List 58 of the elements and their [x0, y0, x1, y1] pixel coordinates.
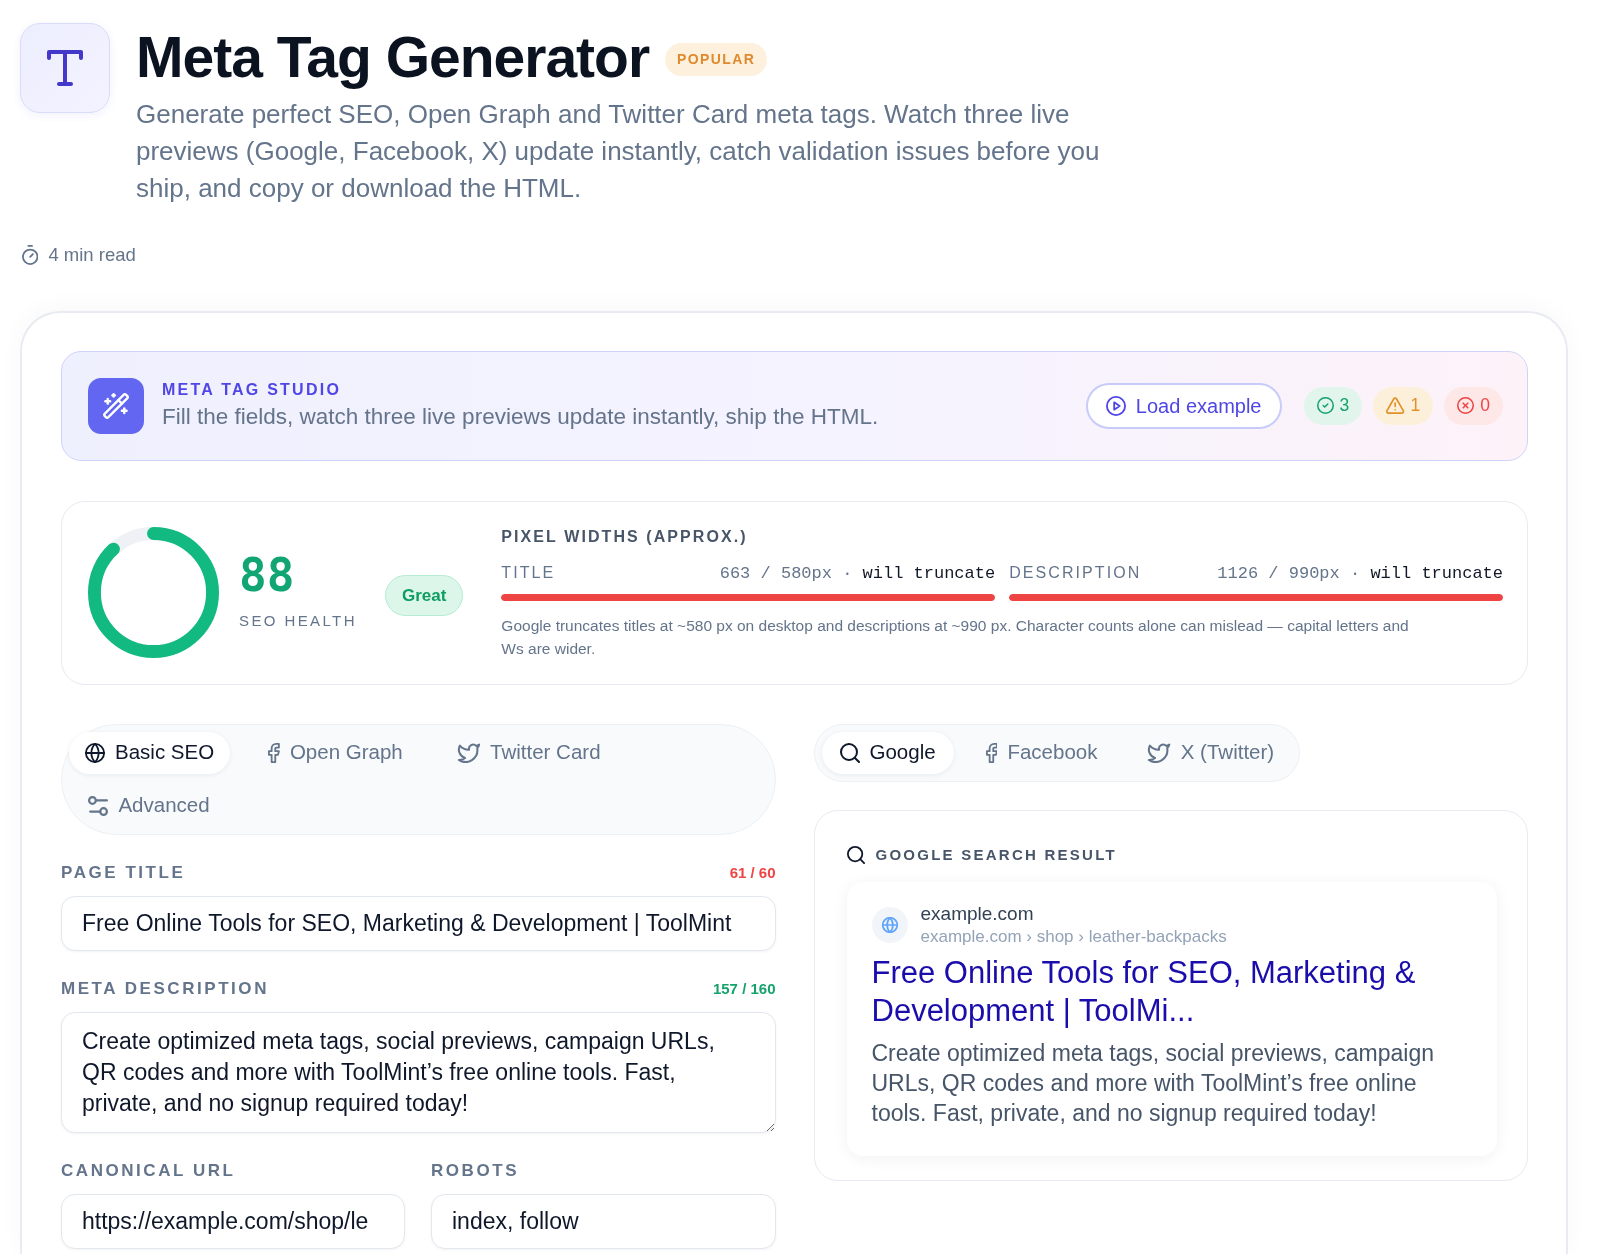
magic-wand-icon [88, 377, 144, 434]
width-reading: 663 / 580px · will truncate [719, 562, 996, 585]
warning-triangle-icon [1386, 397, 1405, 415]
preview-tab[interactable]: Google [821, 731, 954, 774]
editor-tab[interactable]: Advanced [69, 784, 229, 827]
play-icon [1105, 395, 1126, 416]
sliders-icon [88, 795, 109, 816]
bird-icon [456, 742, 481, 763]
page-description: Generate perfect SEO, Open Graph and Twitter Card meta tags. Watch three live previews (Google, Facebook, X) update instantly, catch validation issues before you ship, and copy or download the HTML. [136, 97, 1101, 205]
read-time: 4 min read [48, 242, 136, 267]
score-label: SEO HEALTH [239, 611, 357, 632]
result-site: example.com [920, 902, 1035, 926]
page-title: Meta Tag Generator [136, 28, 650, 88]
rating-tag: Great [384, 574, 464, 617]
health-score: 88 [239, 552, 296, 599]
popular-tag: POPULAR [665, 43, 768, 77]
width-reading: 1126 / 990px · will truncate [1217, 562, 1503, 585]
count-text: 0 [1480, 394, 1490, 418]
result-description: Create optimized meta tags, social previews, campaign URLs, QR codes and more with ToolMint’s free online tools. Fast, private, and no signup required today! [871, 1038, 1435, 1128]
load-example-button[interactable]: Load example [1085, 382, 1282, 429]
preview-tab[interactable]: Facebook [967, 731, 1116, 774]
field-label: PAGE TITLE [61, 861, 186, 884]
globe-favicon-icon [871, 907, 908, 943]
char-counter: 157 / 160 [712, 978, 776, 999]
width-label: DESCRIPTION [1009, 562, 1142, 583]
robots-input[interactable]: index, follow [431, 1193, 776, 1249]
studio-eyebrow: META TAG STUDIO [162, 380, 343, 400]
globe-icon [85, 742, 105, 763]
preview-heading: GOOGLE SEARCH RESULT [875, 844, 1117, 865]
field-label: ROBOTS [431, 1159, 520, 1182]
editor-tab[interactable]: Open Graph [252, 731, 419, 774]
f-logo-icon [985, 742, 998, 763]
check-circle-icon [1316, 397, 1334, 415]
bird-icon [1147, 742, 1171, 763]
type-icon [20, 23, 110, 113]
search-icon [846, 845, 865, 864]
width-label: TITLE [501, 562, 556, 583]
result-breadcrumb: example.com › shop › leather-backpacks [920, 925, 1227, 948]
section-heading: PIXEL WIDTHS (APPROX.) [501, 526, 749, 547]
field-label: CANONICAL URL [61, 1159, 236, 1182]
f-logo-icon [268, 742, 280, 763]
count-text: 1 [1410, 394, 1421, 418]
gauge-remainder [108, 527, 154, 555]
studio-subtitle: Fill the fields, watch three live previews update instantly, ship the HTML. [162, 402, 880, 431]
editor-tab[interactable]: Twitter Card [440, 731, 617, 774]
page-title-input[interactable]: Free Online Tools for SEO, Marketing & Development | ToolMint [61, 895, 776, 951]
preview-tab[interactable]: X (Twitter) [1129, 731, 1293, 774]
description-textarea[interactable]: Create optimized meta tags, social previews, campaign URLs, QR codes and more with ToolMint’s free online tools. Fast, private, and no signup required today! [61, 1011, 776, 1133]
field-label: META DESCRIPTION [61, 977, 269, 1000]
editor-tab[interactable]: Basic SEO [69, 731, 231, 774]
count-text: 3 [1339, 394, 1350, 418]
stopwatch-icon [22, 244, 39, 265]
width-note: Google truncates titles at ~580 px on desktop and descriptions at ~990 px. Character counts alone can mislead — capital letters and Ws are wider. [501, 616, 1410, 660]
x-circle-icon [1457, 397, 1475, 415]
canonical-url-input[interactable]: https://example.com/shop/le [61, 1193, 405, 1249]
search-icon [839, 742, 860, 763]
char-counter: 61 / 60 [729, 862, 776, 883]
result-title: Free Online Tools for SEO, Marketing & Development | ToolMi... [871, 953, 1417, 1030]
